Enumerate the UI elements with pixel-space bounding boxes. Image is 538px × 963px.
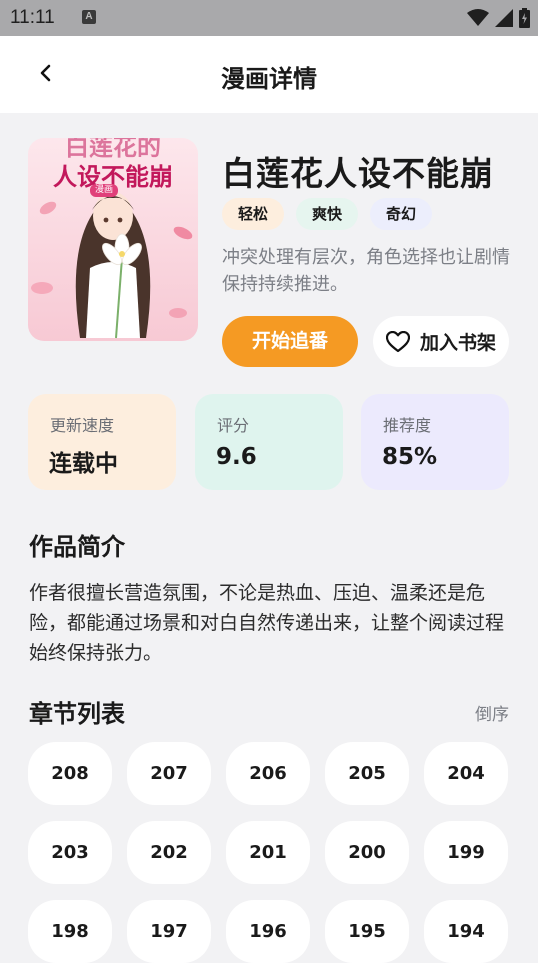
stat-value: 连载中 bbox=[49, 451, 118, 477]
tag-chip[interactable]: 轻松 bbox=[222, 198, 285, 230]
chapter-button[interactable]: 196 bbox=[226, 900, 310, 963]
cellular-signal-icon bbox=[495, 9, 513, 27]
tag-chip[interactable]: 爽快 bbox=[296, 198, 359, 230]
stat-label: 推荐度 bbox=[383, 416, 432, 435]
stat-value: 85% bbox=[382, 444, 438, 470]
chapter-button[interactable]: 207 bbox=[127, 742, 211, 805]
stat-value: 9.6 bbox=[216, 444, 257, 470]
chapter-button[interactable]: 200 bbox=[325, 821, 409, 884]
stat-card-update-speed: 更新速度 连载中 bbox=[28, 394, 176, 490]
tag-chip[interactable]: 奇幻 bbox=[370, 198, 433, 230]
intro-text: 作者很擅长营造氛围，不论是热血、压迫、温柔还是危险，都能通过场景和对白自然传递出… bbox=[29, 582, 505, 664]
chapter-grid: 208 207 206 205 204 203 202 201 200 199 … bbox=[28, 742, 510, 963]
add-to-bookshelf-label: 加入书架 bbox=[419, 332, 496, 354]
chapter-button[interactable]: 203 bbox=[28, 821, 112, 884]
wifi-icon bbox=[467, 9, 489, 26]
status-time: 11:11 bbox=[10, 7, 55, 28]
comic-title: 白莲花人设不能崩 bbox=[222, 154, 494, 193]
top-app-bar: 漫画详情 bbox=[0, 36, 538, 113]
cover-badge: 漫画 bbox=[90, 184, 119, 197]
chapter-button[interactable]: 206 bbox=[226, 742, 310, 805]
chapter-button[interactable]: 201 bbox=[226, 821, 310, 884]
status-bar: 11:11 A bbox=[0, 0, 538, 36]
chapter-button[interactable]: 198 bbox=[28, 900, 112, 963]
chapter-button[interactable]: 202 bbox=[127, 821, 211, 884]
page-title: 漫画详情 bbox=[221, 65, 317, 93]
comic-cover-image: 白莲花的 人设不能崩 漫画 bbox=[28, 138, 198, 341]
chapter-button[interactable]: 197 bbox=[127, 900, 211, 963]
notification-icon: A bbox=[82, 10, 96, 24]
stat-card-rating: 评分 9.6 bbox=[195, 394, 343, 490]
tag-list: 轻松 爽快 奇幻 bbox=[222, 198, 433, 230]
start-reading-button[interactable]: 开始追番 bbox=[222, 316, 358, 367]
add-to-bookshelf-button[interactable]: 加入书架 bbox=[373, 316, 509, 367]
chapters-heading: 章节列表 bbox=[29, 700, 125, 728]
stat-label: 评分 bbox=[217, 416, 250, 435]
chapter-button[interactable]: 205 bbox=[325, 742, 409, 805]
battery-icon bbox=[519, 8, 530, 28]
chapter-button[interactable]: 194 bbox=[424, 900, 508, 963]
chapter-button[interactable]: 199 bbox=[424, 821, 508, 884]
sort-order-toggle[interactable]: 倒序 bbox=[475, 700, 509, 725]
chapter-button[interactable]: 204 bbox=[424, 742, 508, 805]
chapter-button[interactable]: 208 bbox=[28, 742, 112, 805]
short-description: 冲突处理有层次，角色选择也让剧情保持持续推进。 bbox=[222, 247, 510, 295]
stat-label: 更新速度 bbox=[50, 416, 115, 435]
heart-icon bbox=[385, 330, 410, 352]
stat-card-recommendation: 推荐度 85% bbox=[361, 394, 509, 490]
cover-title-line-1: 白莲花的 bbox=[65, 138, 161, 161]
intro-heading: 作品简介 bbox=[29, 533, 125, 561]
chapter-button[interactable]: 195 bbox=[325, 900, 409, 963]
